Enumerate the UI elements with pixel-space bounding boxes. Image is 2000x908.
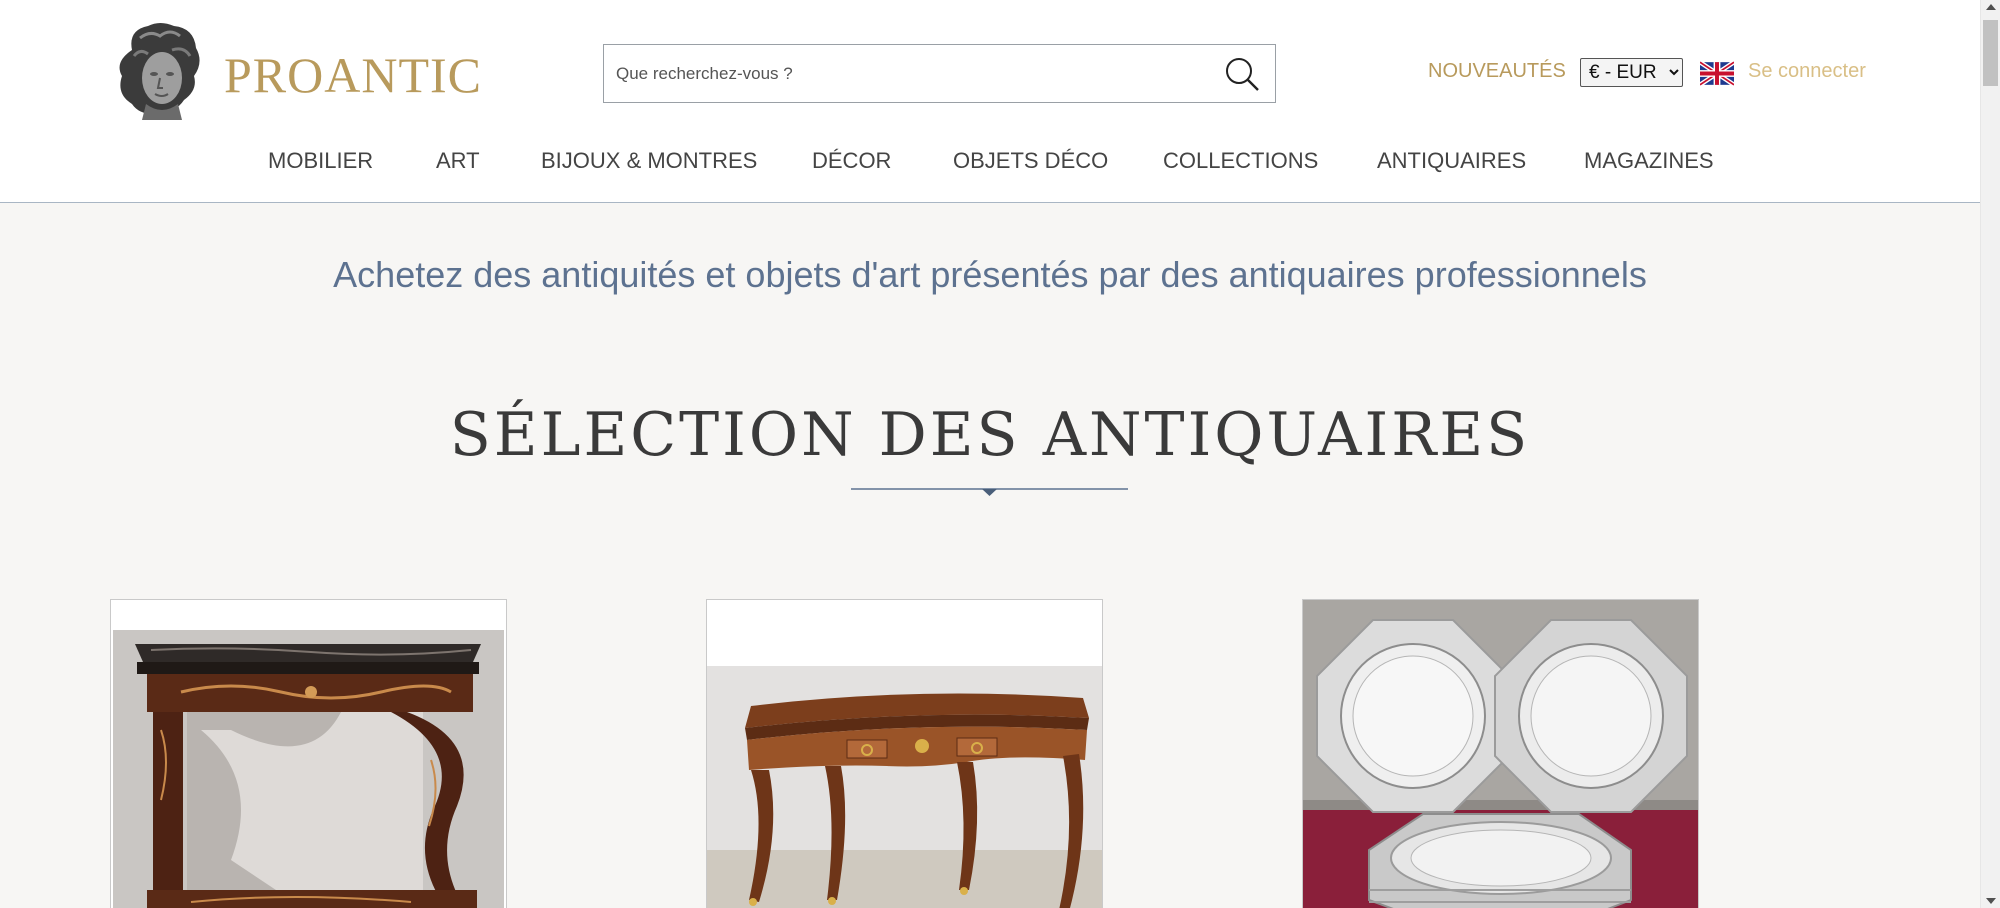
product-card-plates[interactable] (1302, 599, 1699, 908)
scroll-up-arrow-icon[interactable] (1986, 4, 1996, 10)
page-scrollbar[interactable] (1980, 0, 2000, 908)
nav-item-bijoux-montres[interactable]: BIJOUX & MONTRES (541, 148, 757, 174)
nav-item-collections[interactable]: COLLECTIONS (1163, 148, 1318, 174)
title-divider (851, 488, 1128, 496)
nav-item-antiquaires[interactable]: ANTIQUAIRES (1377, 148, 1526, 174)
login-link[interactable]: Se connecter (1748, 60, 1866, 83)
product-image-bureau (707, 600, 1102, 908)
scroll-thumb[interactable] (1983, 20, 1998, 86)
product-card-bureau[interactable] (706, 599, 1103, 908)
search-icon[interactable] (1223, 55, 1261, 93)
nav-item-mobilier[interactable]: MOBILIER (268, 148, 373, 174)
uk-flag-icon[interactable] (1700, 61, 1734, 86)
product-image-plates (1303, 600, 1698, 908)
nav-item-objets-deco[interactable]: OBJETS DÉCO (953, 148, 1108, 174)
nav-item-decor[interactable]: DÉCOR (812, 148, 891, 174)
site-header: PROANTIC NOUVEAUTÉS € - EUR Se connecter… (0, 0, 1980, 203)
product-image-console (111, 600, 506, 908)
currency-select[interactable]: € - EUR (1580, 58, 1683, 87)
search-bar (603, 44, 1276, 103)
category-nav: MOBILIER ART BIJOUX & MONTRES DÉCOR OBJE… (0, 148, 1980, 178)
nav-item-magazines[interactable]: MAGAZINES (1584, 148, 1714, 174)
nav-item-art[interactable]: ART (436, 148, 480, 174)
product-card-console[interactable] (110, 599, 507, 908)
page-tagline: Achetez des antiquités et objets d'art p… (333, 254, 1647, 295)
nouveautes-link[interactable]: NOUVEAUTÉS (1428, 60, 1566, 83)
search-input[interactable] (604, 45, 1204, 102)
scroll-down-arrow-icon[interactable] (1986, 898, 1996, 904)
section-title: SÉLECTION DES ANTIQUAIRES (449, 400, 1531, 470)
logo-bust-icon[interactable] (110, 20, 210, 122)
logo-wordmark[interactable]: PROANTIC (224, 46, 482, 104)
